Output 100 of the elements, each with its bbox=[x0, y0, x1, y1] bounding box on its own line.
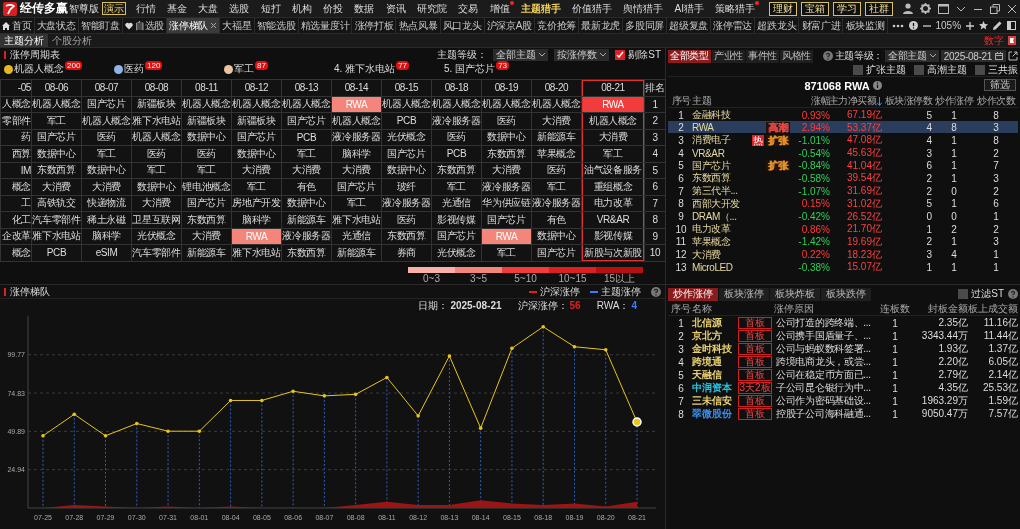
nav-button[interactable]: 宝箱 bbox=[801, 1, 829, 16]
panel-icon[interactable] bbox=[1007, 21, 1017, 30]
tab[interactable]: 涨停打板 bbox=[352, 18, 397, 33]
table-cell[interactable]: 雅下水电站 bbox=[132, 113, 181, 129]
table-cell[interactable]: 医药 bbox=[482, 113, 531, 129]
export-icon[interactable] bbox=[1008, 51, 1018, 61]
table-cell[interactable]: 大消费 bbox=[132, 195, 181, 211]
table-cell[interactable]: 军工 bbox=[232, 179, 281, 195]
table-cell[interactable]: 军工 bbox=[432, 179, 481, 195]
zoom-in-icon[interactable] bbox=[966, 21, 975, 30]
table-cell[interactable]: 大消费 bbox=[182, 228, 231, 244]
data-point[interactable] bbox=[541, 324, 545, 329]
table-cell[interactable]: 机器人概念 bbox=[382, 96, 431, 112]
table-cell[interactable]: 新疆板块 bbox=[132, 96, 181, 112]
table-cell[interactable]: 新疆板块 bbox=[232, 113, 281, 129]
tab[interactable]: 大福星 bbox=[220, 18, 255, 33]
table-cell[interactable]: 军工 bbox=[82, 146, 131, 162]
table-cell[interactable]: 快递物流 bbox=[82, 195, 131, 211]
table-cell[interactable]: 国产芯片 bbox=[532, 245, 581, 261]
table-cell[interactable]: 脑科学 bbox=[232, 212, 281, 228]
tab[interactable]: 竞价抢筹 bbox=[535, 18, 580, 33]
table-cell[interactable]: 大消费 bbox=[32, 179, 81, 195]
tab[interactable]: 主题分析 bbox=[0, 34, 48, 47]
data-point[interactable] bbox=[166, 429, 170, 433]
theme-label[interactable]: 军工 bbox=[234, 62, 254, 76]
menu-item[interactable]: 行情 bbox=[135, 1, 156, 16]
column-header[interactable]: 08-18 bbox=[432, 80, 481, 96]
table-cell[interactable]: 液冷服务器 bbox=[532, 195, 581, 211]
table-cell[interactable]: 机器人概念 bbox=[232, 96, 281, 112]
table-cell[interactable]: 概念 bbox=[1, 179, 31, 195]
table-cell[interactable]: 数据中心 bbox=[382, 162, 431, 178]
table-row[interactable]: 5 国产芯片 扩张 -0.84% 41.04亿 6 1 7 bbox=[668, 158, 1018, 172]
table-cell[interactable]: 汽车零部件 bbox=[132, 245, 181, 261]
table-row[interactable]: 6 东数西算 -0.58% 39.54亿 2 1 3 bbox=[668, 171, 1018, 185]
table-cell[interactable]: PCB bbox=[32, 245, 81, 261]
data-point[interactable] bbox=[385, 375, 389, 380]
table-cell[interactable]: 影视传媒 bbox=[582, 228, 644, 244]
table-cell[interactable]: 医药 bbox=[432, 129, 481, 145]
table-cell[interactable]: 影视传媒 bbox=[432, 212, 481, 228]
column-header[interactable]: 炒作次数 bbox=[976, 94, 1016, 108]
menu-item[interactable]: 资讯 bbox=[385, 1, 406, 16]
table-cell[interactable]: 军工 bbox=[532, 179, 581, 195]
table-cell[interactable]: 国产芯片 bbox=[282, 113, 331, 129]
tab[interactable]: 板块跌停 bbox=[821, 287, 871, 301]
table-cell[interactable]: 国产芯片 bbox=[482, 212, 531, 228]
tab[interactable]: 沪深京A股 bbox=[484, 18, 535, 33]
data-point[interactable] bbox=[41, 434, 45, 438]
table-cell[interactable]: 券商 bbox=[382, 245, 431, 261]
table-cell[interactable]: 国产芯片 bbox=[332, 179, 381, 195]
tab[interactable]: 多股同屏 bbox=[623, 18, 668, 33]
data-point[interactable] bbox=[260, 398, 264, 403]
tab[interactable]: 超跌龙头 bbox=[755, 18, 800, 33]
pencil-icon[interactable] bbox=[993, 21, 1003, 30]
table-cell[interactable]: 雅下水电站 bbox=[232, 245, 281, 261]
data-point[interactable] bbox=[135, 421, 139, 426]
table-cell[interactable]: 大消费 bbox=[82, 179, 131, 195]
table-cell[interactable]: 机器人概念 bbox=[582, 113, 644, 129]
stock-name[interactable]: 京北方 bbox=[692, 329, 738, 343]
table-cell[interactable]: 机器人概念 bbox=[532, 96, 581, 112]
table-cell[interactable]: 锂电池概念 bbox=[182, 179, 231, 195]
theme-label[interactable]: 医药 bbox=[124, 62, 144, 76]
table-row[interactable]: 1 金融科技 0.93% 67.19亿 5 1 8 bbox=[668, 108, 1018, 121]
table-cell[interactable]: 数据中心 bbox=[232, 146, 281, 162]
tab[interactable]: 热点风暴 bbox=[396, 18, 441, 33]
stock-name[interactable]: 三未信安 bbox=[692, 394, 738, 408]
table-cell[interactable]: 药 bbox=[1, 129, 31, 145]
table-cell[interactable]: 光伏概念 bbox=[382, 129, 431, 145]
table-cell[interactable]: 数据中心 bbox=[182, 129, 231, 145]
table-cell[interactable]: 玻纤 bbox=[382, 179, 431, 195]
table-row[interactable]: 3 消费电子 热 扩张 -1.01% 47.08亿 4 1 8 bbox=[668, 133, 1018, 147]
table-cell[interactable]: 高铁轨交 bbox=[32, 195, 81, 211]
menu-item[interactable]: 选股 bbox=[229, 1, 250, 16]
nav-button[interactable]: 学习 bbox=[833, 1, 861, 16]
table-cell[interactable]: 房地产开发 bbox=[232, 195, 281, 211]
table-cell[interactable]: 大消费 bbox=[232, 162, 281, 178]
stock-name[interactable]: 北信源 bbox=[692, 316, 738, 330]
column-header[interactable]: 08-07 bbox=[82, 80, 131, 96]
column-header[interactable]: 08-21 bbox=[582, 80, 644, 96]
table-cell[interactable]: 新能源车 bbox=[282, 212, 331, 228]
stock-name[interactable]: 翠微股份 bbox=[692, 407, 738, 421]
more-icon[interactable] bbox=[891, 23, 904, 28]
table-cell[interactable]: 军工 bbox=[132, 162, 181, 178]
table-cell[interactable]: 机器人概念 bbox=[32, 96, 81, 112]
menu-item[interactable]: 主题猎手 bbox=[520, 1, 561, 16]
tab[interactable]: 精选量度计 bbox=[298, 18, 353, 33]
table-cell[interactable]: 化工 bbox=[1, 212, 31, 228]
dropdown[interactable]: 按涨停数 bbox=[554, 49, 610, 61]
table-cell[interactable]: 西算 bbox=[1, 146, 31, 162]
dropdown[interactable]: 全部主题 bbox=[885, 50, 939, 62]
table-row[interactable]: 13 MicroLED -0.38% 15.07亿 1 1 1 bbox=[668, 260, 1018, 273]
column-header[interactable]: -05 bbox=[1, 80, 31, 96]
tab[interactable]: 板块监测 bbox=[843, 18, 888, 33]
table-cell[interactable]: 机器人概念 bbox=[182, 96, 231, 112]
table-cell[interactable]: 东数西算 bbox=[432, 162, 481, 178]
data-point[interactable] bbox=[291, 389, 295, 394]
table-cell[interactable]: 军工 bbox=[582, 146, 644, 162]
table-row[interactable]: 10 电力改革 0.86% 21.70亿 1 2 2 bbox=[668, 222, 1018, 235]
table-cell[interactable]: 医药 bbox=[532, 162, 581, 178]
settings-icon[interactable] bbox=[920, 3, 931, 14]
table-cell[interactable]: 光伏概念 bbox=[432, 245, 481, 261]
